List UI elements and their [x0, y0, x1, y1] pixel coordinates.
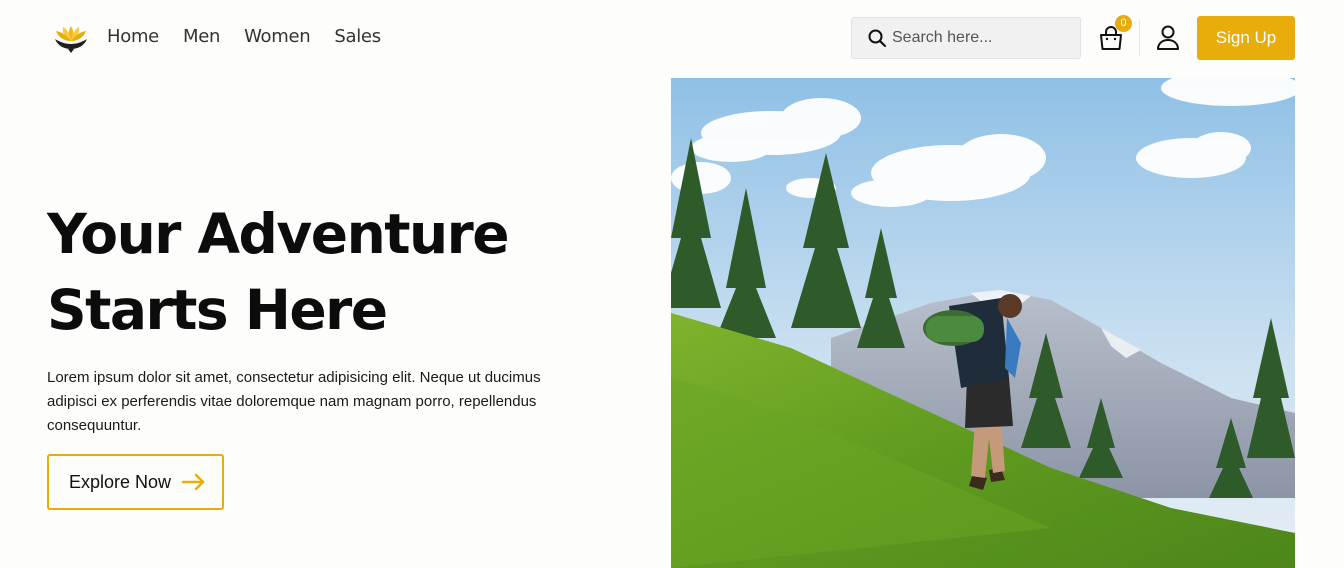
- lotus-logo-icon[interactable]: [52, 22, 90, 54]
- hero-hiker-image: [671, 78, 1295, 568]
- site-header: Home Men Women Sales 0 Sign Up: [0, 0, 1344, 78]
- explore-now-button[interactable]: Explore Now: [47, 454, 224, 510]
- nav-men-link[interactable]: Men: [183, 26, 220, 47]
- header-divider: [1139, 20, 1140, 56]
- nav-women-link[interactable]: Women: [244, 26, 311, 47]
- hero-title-line-2: Starts Here: [47, 278, 388, 342]
- explore-now-label: Explore Now: [69, 471, 172, 492]
- user-icon[interactable]: [1155, 24, 1181, 52]
- sign-up-button[interactable]: Sign Up: [1197, 16, 1295, 60]
- arrow-right-icon: [182, 473, 205, 491]
- nav-home-link[interactable]: Home: [107, 26, 159, 47]
- search-input[interactable]: [892, 18, 1077, 58]
- cart-count-badge: 0: [1115, 15, 1132, 32]
- search-box: [851, 17, 1081, 59]
- main-nav: Home Men Women Sales: [107, 26, 405, 47]
- nav-sales-link[interactable]: Sales: [334, 26, 381, 47]
- hero-title: Your Adventure Starts Here: [47, 196, 567, 348]
- hero-description: Lorem ipsum dolor sit amet, consectetur …: [47, 369, 541, 434]
- hero-title-line-1: Your Adventure: [47, 202, 510, 266]
- search-icon[interactable]: [867, 28, 887, 48]
